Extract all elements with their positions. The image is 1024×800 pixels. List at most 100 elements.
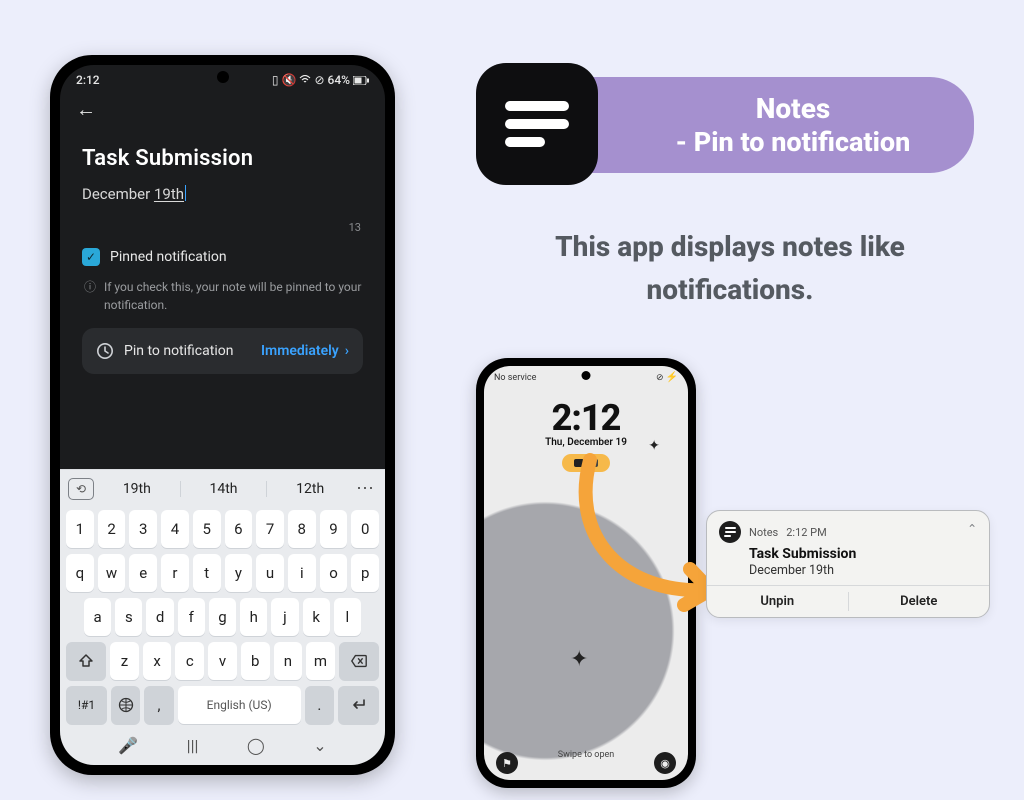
pin-row-label: Pin to notification [124, 343, 233, 359]
lock-dock: ⚑ ◉ [484, 752, 688, 774]
camera-notch [582, 371, 591, 380]
key-w[interactable]: w [98, 554, 126, 592]
key-h[interactable]: h [240, 598, 267, 636]
notification-card[interactable]: Notes 2:12 PM ⌄ Task Submission December… [706, 510, 990, 618]
key-2[interactable]: 2 [98, 510, 126, 548]
notification-time: 2:12 PM [786, 526, 826, 539]
key-q[interactable]: q [66, 554, 94, 592]
mute-icon: 🔇 [282, 73, 297, 87]
notification-pill-highlight[interactable] [562, 454, 610, 472]
key-k[interactable]: k [303, 598, 330, 636]
key-r[interactable]: r [161, 554, 189, 592]
lockscreen-phone-frame: No service ⊘ ⚡ 2:12 Thu, December 19 ✦ ✦… [476, 358, 696, 788]
key-i[interactable]: i [288, 554, 316, 592]
key-row-mid: a s d f g h j k l [66, 598, 379, 636]
app-top-bar: ← [60, 91, 385, 126]
symbols-key[interactable]: !#1 [66, 686, 107, 724]
key-z[interactable]: z [110, 642, 139, 680]
nav-back[interactable]: ⌄ [313, 736, 326, 755]
suggestion-1[interactable]: 19th [102, 481, 172, 497]
key-7[interactable]: 7 [256, 510, 284, 548]
comma-key[interactable]: , [144, 686, 173, 724]
char-count: 13 [82, 203, 363, 248]
key-u[interactable]: u [256, 554, 284, 592]
notification-body: December 19th [749, 563, 977, 578]
sparkle-icon: ✦ [570, 647, 588, 672]
android-nav-bar: 🎤 ||| ◯ ⌄ [66, 730, 379, 757]
key-p[interactable]: p [351, 554, 379, 592]
delete-button[interactable]: Delete [849, 586, 990, 617]
suggestion-3[interactable]: 12th [275, 481, 345, 497]
key-b[interactable]: b [241, 642, 270, 680]
space-key[interactable]: English (US) [178, 686, 301, 724]
pin-row-value: Immediately [261, 343, 339, 359]
key-c[interactable]: c [175, 642, 204, 680]
wifi-icon [299, 75, 311, 85]
key-1[interactable]: 1 [66, 510, 94, 548]
dnd-icon: ⊘ [656, 373, 664, 383]
key-6[interactable]: 6 [225, 510, 253, 548]
lock-clock-area: 2:12 Thu, December 19 [484, 383, 688, 472]
key-x[interactable]: x [143, 642, 172, 680]
key-3[interactable]: 3 [129, 510, 157, 548]
period-key[interactable]: . [305, 686, 334, 724]
editor-phone-frame: 2:12 ▯ 🔇 ⊘ 64% ← Task Submission Decembe… [50, 55, 395, 775]
clipboard-icon[interactable]: ⟲ [68, 478, 94, 500]
unpin-button[interactable]: Unpin [707, 586, 848, 617]
battery-pct: 64% [328, 73, 350, 87]
pin-to-notification-row[interactable]: Pin to notification Immediately › [82, 328, 363, 374]
key-a[interactable]: a [84, 598, 111, 636]
key-y[interactable]: y [225, 554, 253, 592]
dnd-icon: ⊘ [314, 73, 324, 87]
note-body-prefix: December [82, 185, 154, 203]
mic-icon[interactable]: 🎤 [118, 736, 138, 755]
chevron-down-icon[interactable]: ⌄ [967, 521, 977, 535]
key-o[interactable]: o [320, 554, 348, 592]
enter-key[interactable] [338, 686, 379, 724]
note-body-underlined: 19th [154, 185, 184, 203]
key-d[interactable]: d [146, 598, 173, 636]
checkbox-checked-icon[interactable]: ✓ [82, 248, 100, 266]
key-l[interactable]: l [334, 598, 361, 636]
key-8[interactable]: 8 [288, 510, 316, 548]
notification-title: Task Submission [749, 546, 977, 562]
flashlight-icon[interactable]: ⚑ [496, 752, 518, 774]
lock-clock: 2:12 [484, 397, 688, 439]
more-suggestions-icon[interactable]: ⋯ [353, 483, 377, 495]
backspace-key[interactable] [339, 642, 379, 680]
pinned-checkbox-row[interactable]: ✓ Pinned notification [82, 248, 363, 266]
key-v[interactable]: v [208, 642, 237, 680]
key-m[interactable]: m [306, 642, 335, 680]
camera-icon[interactable]: ◉ [654, 752, 676, 774]
shift-key[interactable] [66, 642, 106, 680]
header-title-line2: - Pin to notification [676, 126, 911, 160]
key-e[interactable]: e [129, 554, 157, 592]
key-f[interactable]: f [178, 598, 205, 636]
battery-icon [353, 76, 369, 85]
key-g[interactable]: g [209, 598, 236, 636]
key-5[interactable]: 5 [193, 510, 221, 548]
nav-home[interactable]: ◯ [247, 736, 265, 755]
key-0[interactable]: 0 [351, 510, 379, 548]
suggestion-bar: ⟲ 19th 14th 12th ⋯ [66, 476, 379, 504]
back-button[interactable]: ← [76, 97, 96, 121]
key-t[interactable]: t [193, 554, 221, 592]
note-body-input[interactable]: December 19th [82, 185, 363, 203]
vibrate-icon: ▯ [272, 73, 279, 87]
note-title-input[interactable]: Task Submission [82, 146, 363, 171]
key-s[interactable]: s [115, 598, 142, 636]
suggestion-2[interactable]: 14th [189, 481, 259, 497]
key-4[interactable]: 4 [161, 510, 189, 548]
nav-recents[interactable]: ||| [187, 736, 199, 755]
globe-key[interactable] [111, 686, 140, 724]
key-9[interactable]: 9 [320, 510, 348, 548]
key-row-numbers: 1 2 3 4 5 6 7 8 9 0 [66, 510, 379, 548]
header-pill: Notes - Pin to notification [536, 77, 974, 173]
pinned-hint: ⓘ If you check this, your note will be p… [82, 266, 363, 328]
carrier-text: No service [494, 373, 536, 383]
sparkle-icon: ✦ [648, 438, 660, 454]
notification-app-icon [719, 521, 741, 543]
chevron-right-icon: › [345, 343, 349, 359]
key-n[interactable]: n [274, 642, 303, 680]
key-j[interactable]: j [271, 598, 298, 636]
